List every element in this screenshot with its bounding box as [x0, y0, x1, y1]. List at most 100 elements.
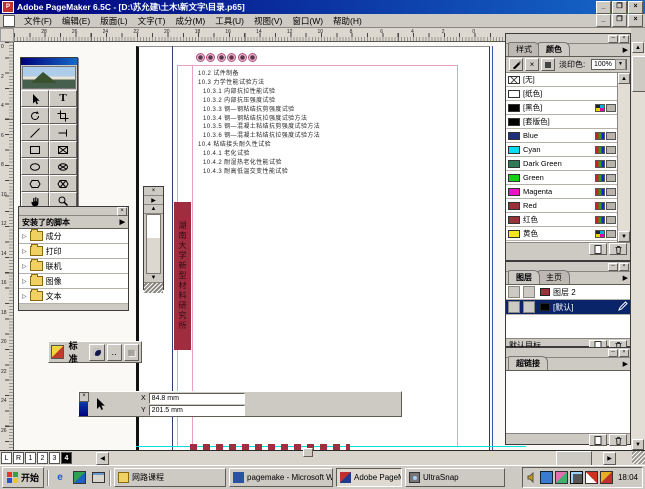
expand-triangle-icon[interactable]: ▷ [22, 248, 27, 255]
color-row[interactable]: Magenta [506, 185, 630, 199]
guide-vertical[interactable] [172, 46, 173, 450]
layer-lock-icon[interactable] [523, 286, 535, 298]
menu-item[interactable]: 编辑(E) [57, 14, 95, 28]
minimize-button[interactable]: _ [596, 1, 611, 14]
tool-rectangle[interactable] [21, 141, 49, 158]
tool-line[interactable] [21, 124, 49, 141]
taskbar-task-button[interactable]: 网路课程 [114, 468, 226, 487]
vertical-scrollbar[interactable]: ▲ ▼ [631, 42, 645, 450]
document-icon[interactable] [3, 15, 15, 27]
doc-minimize-button[interactable]: _ [596, 14, 611, 27]
tool-ellipse-frame[interactable] [49, 158, 77, 175]
palette-menu-icon[interactable]: ▶ [120, 218, 125, 226]
scroll-up-icon[interactable]: ▲ [144, 205, 163, 214]
palette-drag-handle[interactable]: × [79, 392, 88, 416]
delete-hyperlink-button[interactable] [609, 434, 627, 446]
toolbox-title-bar[interactable] [21, 58, 77, 65]
panel-menu-icon[interactable]: ▶ [623, 46, 628, 54]
tool-rotate[interactable] [21, 107, 49, 124]
page-icon[interactable]: 4 [61, 452, 72, 464]
layer-lock-icon[interactable] [523, 301, 535, 313]
pen-icon[interactable] [585, 471, 598, 484]
script-folder-row[interactable]: ▷ 打印 [19, 244, 128, 259]
layer-row[interactable]: [默认] [506, 300, 630, 315]
panel-menu-icon[interactable]: ▶ [623, 274, 628, 282]
scroll-up-icon[interactable]: ▲ [632, 42, 644, 53]
minimize-icon[interactable]: ─ [608, 349, 618, 357]
stroke-icon[interactable] [509, 58, 523, 71]
new-hyperlink-button[interactable] [589, 434, 607, 446]
scroll-down-icon[interactable]: ▼ [632, 439, 644, 450]
color-row[interactable]: Dark Green [506, 157, 630, 171]
close-icon[interactable]: × [619, 263, 629, 271]
graphics-icon[interactable] [555, 471, 568, 484]
pm-tray-icon[interactable] [600, 471, 613, 484]
maximize-button[interactable]: ❐ [612, 1, 627, 14]
scrollbar-track[interactable] [146, 214, 161, 274]
doc-close-button[interactable]: × [628, 14, 643, 27]
title-bar[interactable]: P Adobe PageMaker 6.5C - [D:\苏允建\土木\新文字\… [0, 0, 645, 14]
resize-grip[interactable] [144, 283, 163, 293]
tool-crop[interactable] [49, 107, 77, 124]
scripts-title-bar[interactable]: × [19, 207, 128, 216]
page-icon[interactable]: L [1, 452, 12, 464]
menu-item[interactable]: 版面(L) [95, 14, 132, 28]
delete-color-button[interactable] [609, 243, 627, 255]
horizontal-scroll-thumb[interactable] [556, 451, 592, 466]
scroll-down-icon[interactable]: ▼ [618, 231, 630, 242]
scroll-left-icon[interactable]: ◀ [96, 452, 109, 465]
expand-triangle-icon[interactable]: ▷ [22, 293, 27, 300]
display-icon[interactable] [540, 471, 553, 484]
menu-item[interactable]: 文件(F) [19, 14, 57, 28]
color-row[interactable]: [纸色] [506, 87, 630, 101]
tab-hyperlinks[interactable]: 超链接 [508, 356, 548, 370]
camera-icon[interactable] [570, 471, 583, 484]
color-row[interactable]: 黄色 [506, 227, 630, 241]
tab-layers[interactable]: 图层 [508, 270, 540, 284]
page-icon[interactable]: 1 [25, 452, 36, 464]
color-row[interactable]: Blue [506, 129, 630, 143]
close-button[interactable]: × [628, 1, 643, 14]
tool-pointer[interactable] [21, 90, 49, 107]
color-row[interactable]: Green [506, 171, 630, 185]
scroll-down-icon[interactable]: ▼ [144, 274, 163, 283]
y-coordinate-field[interactable]: 201.5 mm [149, 405, 245, 416]
close-icon[interactable]: × [619, 35, 629, 43]
palette-close-icon[interactable]: × [144, 187, 163, 196]
color-list-scrollbar[interactable] [617, 73, 630, 242]
window-resize-grip[interactable] [632, 451, 645, 464]
color-row[interactable]: Red [506, 199, 630, 213]
minimize-icon[interactable]: ─ [608, 35, 618, 43]
layer-visibility-icon[interactable] [508, 286, 520, 298]
vertical-scroll-thumb[interactable] [632, 56, 645, 92]
script-folder-row[interactable]: ▷ 图像 [19, 274, 128, 289]
close-icon[interactable]: × [619, 349, 629, 357]
layer-visibility-icon[interactable] [508, 301, 520, 313]
more-options-button[interactable]: ‥ [107, 344, 122, 361]
page-icon[interactable]: R [13, 452, 24, 464]
scroll-right-icon[interactable]: ▶ [603, 452, 616, 465]
fill-icon[interactable] [541, 58, 555, 71]
internet-explorer-icon[interactable]: e [52, 470, 68, 486]
guide-horizontal[interactable] [177, 65, 458, 66]
color-row[interactable]: [无] [506, 73, 630, 87]
vertical-title-bar[interactable]: 湖南大学新型材料研究所 [174, 202, 191, 350]
close-icon[interactable]: × [79, 392, 89, 402]
script-folder-row[interactable]: ▷ 成分 [19, 229, 128, 244]
panel-menu-icon[interactable]: ▶ [623, 360, 628, 368]
tint-dropdown[interactable]: 100% ▼ [591, 59, 627, 70]
menu-item[interactable]: 窗口(W) [287, 14, 328, 28]
chevron-down-icon[interactable]: ▼ [615, 59, 626, 70]
minimize-icon[interactable]: ─ [608, 263, 618, 271]
doc-restore-button[interactable]: ❐ [612, 14, 627, 27]
new-color-button[interactable] [589, 243, 607, 255]
color-row[interactable]: [黑色] [506, 101, 630, 115]
color-row[interactable]: [套版色] [506, 115, 630, 129]
tab-styles[interactable]: 样式 [508, 42, 540, 56]
tool-constrained-line[interactable] [49, 124, 77, 141]
scroll-up-icon[interactable]: ▲ [618, 73, 630, 84]
tab-colors[interactable]: 颜色 [538, 42, 570, 56]
show-desktop-icon[interactable] [90, 470, 106, 486]
moon-button[interactable] [89, 344, 104, 361]
expand-triangle-icon[interactable]: ▷ [22, 263, 27, 270]
